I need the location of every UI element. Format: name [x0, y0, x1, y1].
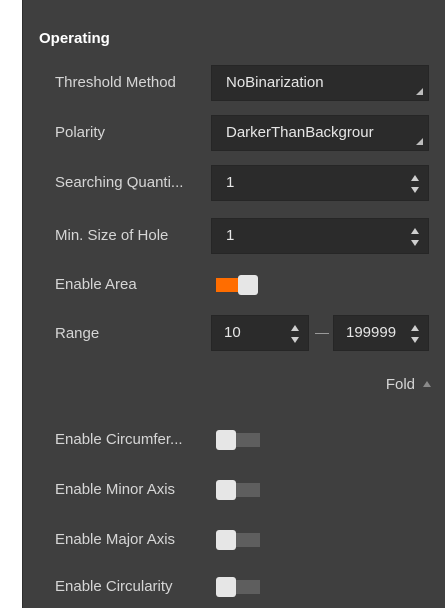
enable-area-label: Enable Area	[55, 276, 137, 293]
caret-up-icon	[423, 381, 431, 387]
fold-label: Fold	[385, 376, 415, 393]
polarity-value: DarkerThanBackgrour	[226, 124, 374, 141]
enable-major-axis-label: Enable Major Axis	[55, 531, 176, 548]
spin-arrows-icon[interactable]	[411, 324, 420, 344]
threshold-method-value: NoBinarization	[226, 74, 324, 91]
enable-minor-axis-label: Enable Minor Axis	[55, 481, 176, 498]
enable-circumference-label: Enable Circumfer...	[55, 431, 183, 448]
polarity-dropdown[interactable]: DarkerThanBackgrour	[211, 115, 429, 151]
threshold-method-dropdown[interactable]: NoBinarization	[211, 65, 429, 101]
enable-circularity-toggle[interactable]	[216, 577, 262, 597]
min-hole-size-value: 1	[226, 227, 235, 244]
range-min-stepper[interactable]: 10	[211, 315, 309, 351]
enable-major-axis-toggle[interactable]	[216, 530, 262, 550]
enable-area-toggle[interactable]	[216, 275, 262, 295]
toggle-knob	[216, 577, 236, 597]
spin-arrows-icon[interactable]	[291, 324, 300, 344]
spin-arrows-icon[interactable]	[411, 174, 420, 194]
range-max-stepper[interactable]: 199999	[333, 315, 429, 351]
range-min-value: 10	[224, 324, 241, 341]
enable-circularity-label: Enable Circularity	[55, 578, 173, 595]
min-hole-size-label: Min. Size of Hole	[55, 227, 169, 244]
range-max-value: 199999	[346, 324, 397, 341]
toggle-knob	[216, 530, 236, 550]
range-separator	[315, 333, 329, 334]
searching-quantity-label: Searching Quanti...	[55, 174, 184, 191]
toggle-knob	[216, 480, 236, 500]
spin-arrows-icon[interactable]	[411, 227, 420, 247]
enable-circumference-toggle[interactable]	[216, 430, 262, 450]
dropdown-corner-icon	[416, 138, 423, 145]
polarity-label: Polarity	[55, 124, 106, 141]
searching-quantity-value: 1	[226, 174, 235, 191]
toggle-knob	[216, 430, 236, 450]
threshold-method-label: Threshold Method	[55, 74, 176, 91]
searching-quantity-stepper[interactable]: 1	[211, 165, 429, 201]
section-title: Operating	[39, 30, 110, 47]
dropdown-corner-icon	[416, 88, 423, 95]
enable-minor-axis-toggle[interactable]	[216, 480, 262, 500]
range-label: Range	[55, 325, 100, 342]
toggle-knob	[238, 275, 258, 295]
fold-button[interactable]: Fold	[386, 376, 431, 393]
min-hole-size-stepper[interactable]: 1	[211, 218, 429, 254]
operating-panel: Operating Threshold Method NoBinarizatio…	[22, 0, 445, 608]
